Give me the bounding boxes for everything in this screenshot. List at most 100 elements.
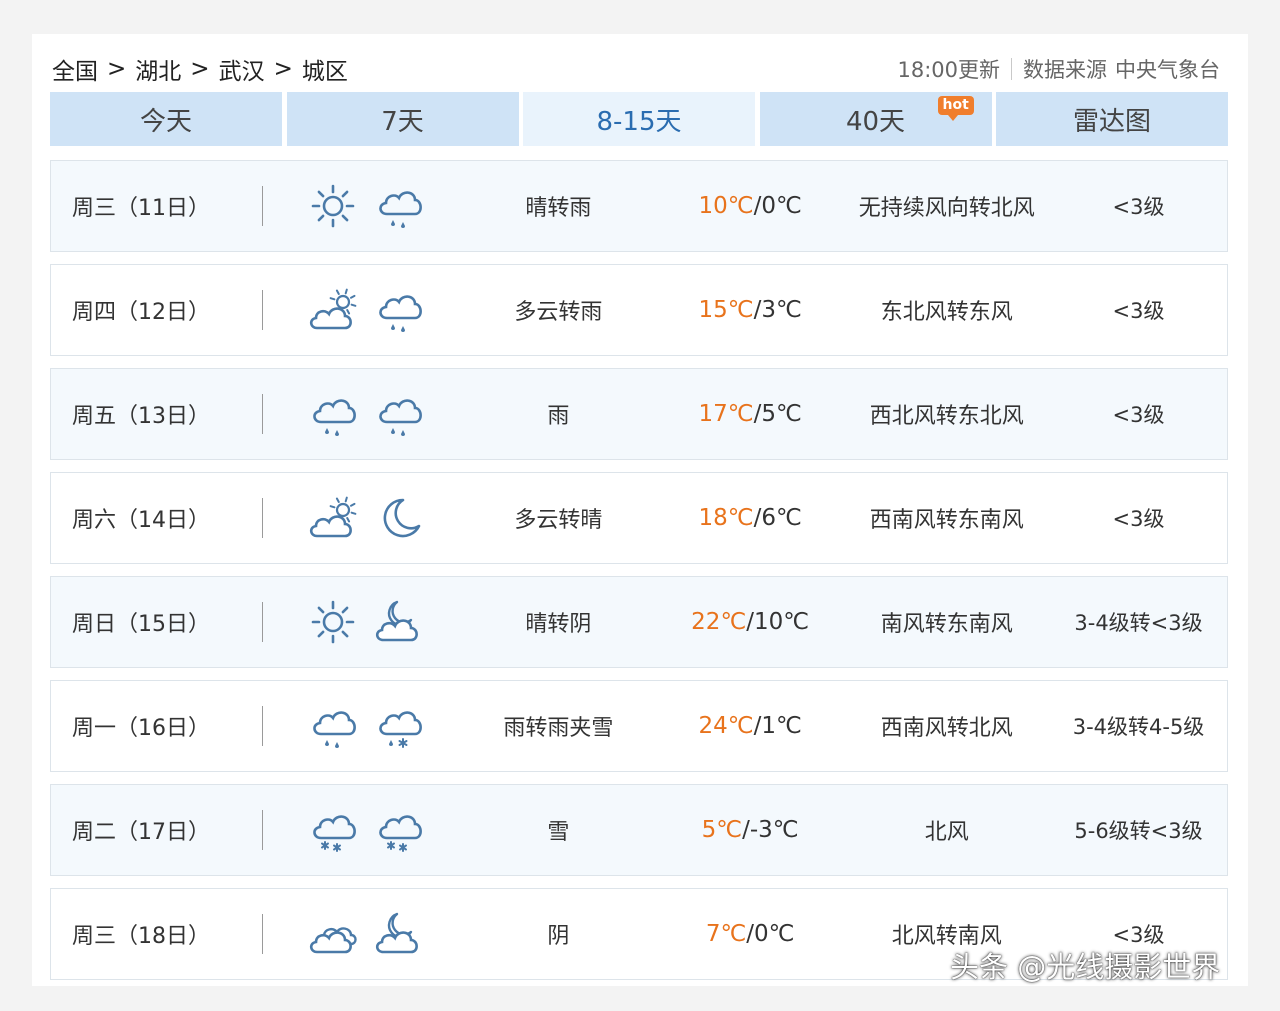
low-temp: 6℃: [761, 505, 802, 531]
wind-direction: 西北风转东北风: [869, 404, 1024, 429]
partly-cloudy-icon: [309, 288, 357, 330]
wind-direction: 西南风转北风: [880, 716, 1013, 741]
tab-label: 雷达图: [1072, 106, 1151, 137]
breadcrumb-country[interactable]: 全国: [52, 52, 98, 86]
wind-direction: 东北风转东风: [880, 300, 1013, 325]
low-temp: 5℃: [761, 401, 802, 427]
high-temp: 5℃: [701, 817, 743, 843]
temperature-range: 7℃/0℃: [705, 921, 795, 947]
cloud-sleet-icon: [378, 711, 422, 748]
wind-direction: 北风: [924, 820, 969, 845]
weather-description: 晴转阴: [525, 612, 592, 637]
wind-level: <3级: [1112, 299, 1165, 323]
forecast-list: 周三（11日） 晴转雨 10℃/0℃ 无持续风向转北风 <3级 周四（12日） …: [50, 160, 1228, 992]
high-temp: 18℃: [698, 505, 754, 531]
cloud-snow-icon: [312, 815, 356, 852]
wind-level: 5-6级转<3级: [1074, 819, 1203, 843]
cloud-rain-icon: [378, 295, 422, 332]
wind-direction: 无持续风向转北风: [858, 196, 1035, 221]
weather-icons: [263, 390, 460, 438]
breadcrumb-province[interactable]: 湖北: [135, 52, 181, 86]
cloud-moon-icon: [375, 600, 418, 642]
high-temp: 7℃: [705, 921, 747, 947]
high-temp: 10℃: [698, 193, 754, 219]
forecast-date: 周六（14日）: [72, 508, 210, 533]
forecast-row: 周五（13日） 雨 17℃/5℃ 西北风转东北风 <3级: [50, 368, 1228, 460]
low-temp: 3℃: [761, 297, 802, 323]
weather-description: 雨: [547, 404, 570, 429]
forecast-row: 周一（16日） 雨转雨夹雪 24℃/1℃ 西南风转北风 3-4级转4-5级: [50, 680, 1228, 772]
weather-icons: [263, 598, 460, 646]
meta-divider: [1011, 58, 1012, 80]
wind-direction: 南风转东南风: [880, 612, 1013, 637]
wind-direction: 西南风转东南风: [869, 508, 1024, 533]
forecast-date: 周日（15日）: [72, 612, 210, 637]
tab-label: 8-15天: [596, 106, 682, 137]
forecast-tabs: 今天 7天 8-15天 40天 hot 雷达图: [50, 92, 1228, 146]
wind-level: <3级: [1112, 507, 1165, 531]
weather-description: 雪: [547, 820, 570, 845]
cloud-rain-icon: [312, 399, 356, 436]
tab-8-15-days[interactable]: 8-15天: [523, 92, 755, 146]
tab-radar[interactable]: 雷达图: [996, 92, 1228, 146]
cloud-rain-icon: [378, 191, 422, 228]
tab-label: 40天: [845, 106, 906, 137]
temperature-range: 17℃/5℃: [698, 401, 802, 427]
forecast-date: 周三（11日）: [72, 196, 210, 221]
weather-icons: [263, 910, 460, 958]
high-temp: 17℃: [698, 401, 754, 427]
forecast-date: 周三（18日）: [72, 924, 210, 949]
temperature-range: 15℃/3℃: [698, 297, 802, 323]
forecast-date: 周一（16日）: [72, 716, 210, 741]
sun-icon: [311, 184, 355, 228]
tab-today[interactable]: 今天: [50, 92, 282, 146]
temperature-range: 24℃/1℃: [698, 713, 802, 739]
breadcrumb-district[interactable]: 城区: [302, 52, 348, 86]
forecast-row: 周六（14日） 多云转晴 18℃/6℃ 西南风转东南风 <3级: [50, 472, 1228, 564]
sun-icon: [311, 600, 355, 644]
forecast-date: 周四（12日）: [72, 300, 210, 325]
temperature-range: 18℃/6℃: [698, 505, 802, 531]
weather-icons: [263, 286, 460, 334]
tab-40-days[interactable]: 40天 hot: [759, 92, 992, 146]
source-label: 数据来源: [1023, 58, 1107, 82]
tab-label: 今天: [139, 106, 192, 137]
cloud-rain-icon: [378, 399, 422, 436]
breadcrumb-separator: >: [190, 56, 210, 82]
high-temp: 24℃: [698, 713, 754, 739]
low-temp: -3℃: [749, 817, 799, 843]
breadcrumb-city[interactable]: 武汉: [219, 52, 265, 86]
forecast-row: 周日（15日） 晴转阴 22℃/10℃ 南风转东南风 3-4级转<3级: [50, 576, 1228, 668]
forecast-row: 周二（17日） 雪 5℃/-3℃ 北风 5-6级转<3级: [50, 784, 1228, 876]
weather-icons: [263, 702, 460, 750]
forecast-row: 周四（12日） 多云转雨 15℃/3℃ 东北风转东风 <3级: [50, 264, 1228, 356]
tab-label: 7天: [381, 106, 424, 137]
weather-icons: [263, 806, 460, 854]
update-meta: 18:00更新 数据来源 中央气象台: [897, 54, 1220, 84]
forecast-date: 周二（17日）: [72, 820, 210, 845]
weather-icons: [263, 494, 460, 542]
cloud-moon-icon: [375, 912, 418, 954]
breadcrumb-separator: >: [107, 56, 127, 82]
weather-description: 雨转雨夹雪: [503, 716, 614, 741]
cloud-snow-icon: [378, 815, 422, 852]
high-temp: 15℃: [698, 297, 754, 323]
wind-level: 3-4级转<3级: [1074, 611, 1203, 635]
top-bar: 全国 > 湖北 > 武汉 > 城区 18:00更新 数据来源 中央气象台: [52, 50, 1220, 88]
low-temp: 1℃: [761, 713, 802, 739]
hot-badge: hot: [937, 96, 974, 121]
temperature-range: 10℃/0℃: [698, 193, 802, 219]
temperature-range: 22℃/10℃: [691, 609, 810, 635]
wind-level: <3级: [1112, 195, 1165, 219]
forecast-row: 周三（11日） 晴转雨 10℃/0℃ 无持续风向转北风 <3级: [50, 160, 1228, 252]
wind-level: <3级: [1112, 403, 1165, 427]
update-time: 18:00更新: [897, 58, 1000, 82]
watermark: 头条 @光线摄影世界: [950, 950, 1221, 984]
weather-description: 多云转雨: [514, 300, 603, 325]
low-temp: 0℃: [754, 921, 795, 947]
moon-icon: [383, 498, 421, 538]
low-temp: 0℃: [761, 193, 802, 219]
weather-icons: [263, 182, 460, 230]
tab-7-days[interactable]: 7天: [286, 92, 519, 146]
overcast-icon: [309, 927, 357, 954]
